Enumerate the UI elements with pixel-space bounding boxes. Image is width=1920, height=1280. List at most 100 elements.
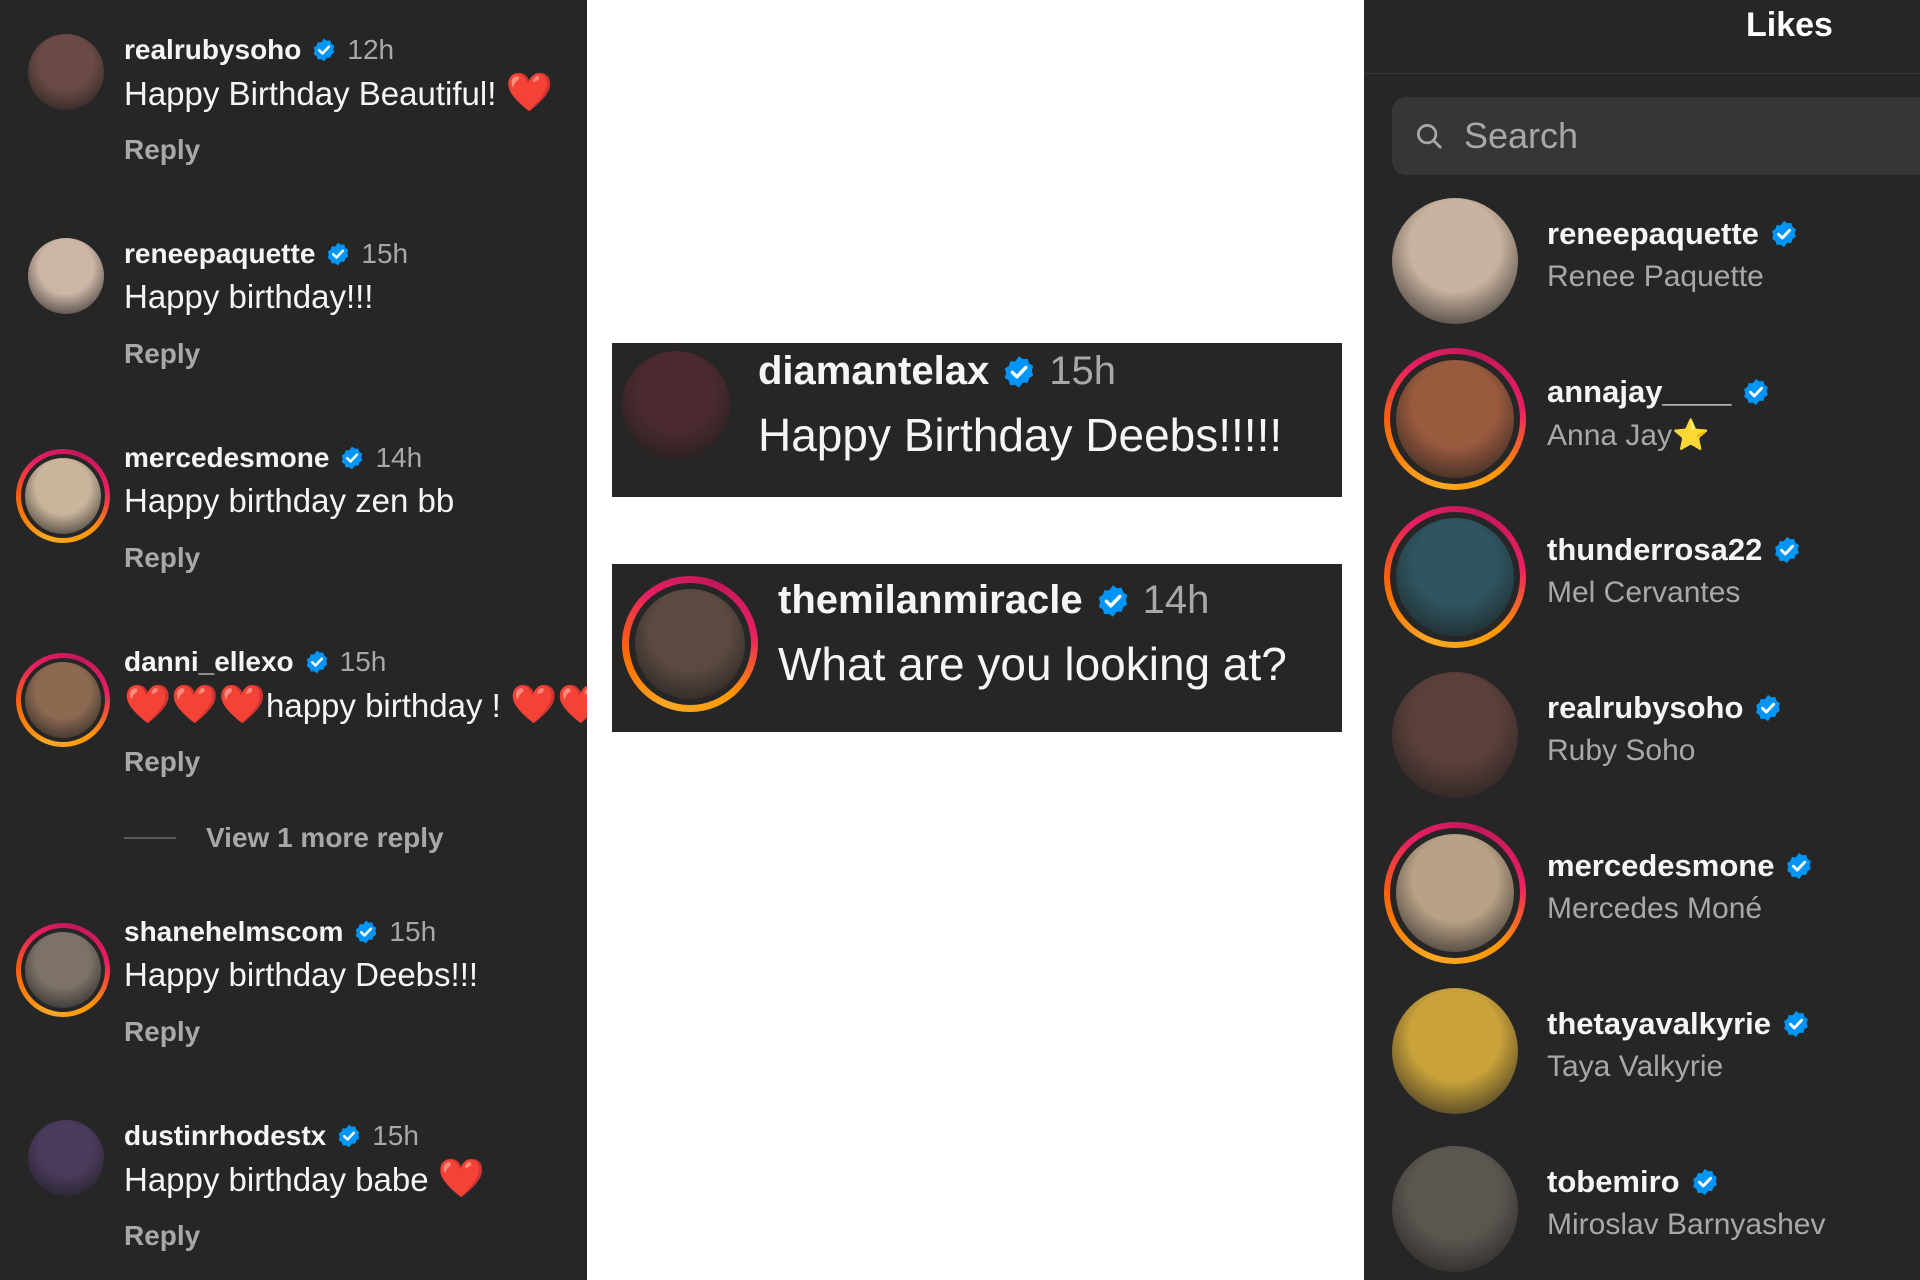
reply-button[interactable]: Reply <box>124 338 200 370</box>
comment-item: shanehelmscom 15h Happy birthday Deebs!!! R… <box>0 914 587 1114</box>
card-text: Happy Birthday Deebs!!!!! <box>758 409 1283 461</box>
avatar[interactable] <box>622 576 758 712</box>
verified-badge-icon <box>311 37 337 63</box>
view-more-replies[interactable]: View 1 more reply <box>124 822 444 854</box>
card-username[interactable]: themilanmiracle <box>778 578 1083 623</box>
reply-button[interactable]: Reply <box>124 746 200 778</box>
avatar[interactable] <box>16 653 110 747</box>
like-user-row[interactable]: thunderrosa22 Mel Cervantes <box>1364 506 1920 664</box>
comment-header: mercedesmone 14h <box>124 440 422 476</box>
card-header: diamantelax 15h <box>758 349 1282 394</box>
like-username[interactable]: tobemiro <box>1547 1164 1680 1200</box>
verified-badge-icon <box>1753 693 1783 723</box>
card-text: What are you looking at? <box>778 638 1287 690</box>
likes-panel: Likes reneepaquette Renee Paquette annajay… <box>1364 0 1920 1280</box>
likes-title: Likes <box>1746 6 1833 44</box>
like-full-name-line: Mel Cervantes <box>1547 576 1740 610</box>
verified-badge-icon <box>1781 1009 1811 1039</box>
verified-badge-icon <box>1690 1167 1720 1197</box>
like-username[interactable]: thunderrosa22 <box>1547 532 1762 568</box>
like-full-name: Ruby Soho <box>1547 734 1696 767</box>
like-username-line: reneepaquette <box>1547 216 1799 252</box>
like-username[interactable]: reneepaquette <box>1547 216 1759 252</box>
comment-item: mercedesmone 14h Happy birthday zen bb Repl… <box>0 440 587 640</box>
comment-header: dustinrhodestx 15h <box>124 1118 419 1154</box>
avatar[interactable] <box>16 923 110 1017</box>
heart-emoji-icon: ❤️ <box>171 684 219 726</box>
comment-text: Happy birthday zen bb <box>124 482 455 519</box>
card-time: 15h <box>1049 349 1116 393</box>
like-username-line: thetayavalkyrie <box>1547 1006 1811 1042</box>
star-emoji-icon: ⭐ <box>1672 419 1710 452</box>
like-username[interactable]: annajay____ <box>1547 374 1731 410</box>
heart-emoji-icon: ❤️ <box>437 1158 486 1200</box>
comment-username[interactable]: mercedesmone <box>124 442 329 474</box>
card-username[interactable]: diamantelax <box>758 349 989 394</box>
like-username[interactable]: thetayavalkyrie <box>1547 1006 1771 1042</box>
comment-username[interactable]: shanehelmscom <box>124 916 343 948</box>
avatar[interactable] <box>1384 822 1526 964</box>
avatar[interactable] <box>28 238 104 314</box>
like-user-row[interactable]: thetayavalkyrie Taya Valkyrie <box>1364 988 1920 1138</box>
avatar[interactable] <box>1384 506 1526 648</box>
comment-card: diamantelax 15h Happy Birthday Deebs!!!!! <box>612 343 1342 497</box>
like-username[interactable]: realrubysoho <box>1547 690 1743 726</box>
like-user-row[interactable]: realrubysoho Ruby Soho <box>1364 672 1920 822</box>
comment-text: Happy birthday Deebs!!! <box>124 956 479 993</box>
reply-button[interactable]: Reply <box>124 1220 200 1252</box>
avatar[interactable] <box>1392 198 1518 324</box>
comment-header: reneepaquette 15h <box>124 236 408 272</box>
like-full-name-line: Renee Paquette <box>1547 260 1764 294</box>
verified-badge-icon <box>1741 377 1771 407</box>
like-full-name: Mel Cervantes <box>1547 576 1741 609</box>
heart-emoji-icon: ❤️ <box>509 684 558 726</box>
heart-emoji-icon: ❤️ <box>218 684 266 726</box>
comments-panel: realrubysoho 12h Happy Birthday Beautiful!… <box>0 0 587 1280</box>
like-username-line: annajay____ <box>1547 374 1771 410</box>
search-bar[interactable] <box>1392 97 1920 175</box>
verified-badge-icon <box>1001 354 1037 390</box>
heart-emoji-icon: ❤️ <box>124 684 172 726</box>
like-user-row[interactable]: mercedesmone Mercedes Moné <box>1364 822 1920 980</box>
comment-username[interactable]: realrubysoho <box>124 34 301 66</box>
verified-badge-icon <box>1784 851 1814 881</box>
like-full-name-line: Miroslav Barnyashev <box>1547 1208 1825 1242</box>
avatar[interactable] <box>28 34 104 110</box>
avatar[interactable] <box>1392 1146 1518 1272</box>
avatar[interactable] <box>28 1120 104 1196</box>
search-input[interactable] <box>1462 114 1886 158</box>
like-full-name: Miroslav Barnyashev <box>1547 1208 1826 1241</box>
comment-time: 14h <box>375 442 423 473</box>
verified-badge-icon <box>325 241 351 267</box>
like-username-line: mercedesmone <box>1547 848 1814 884</box>
comment-item: realrubysoho 12h Happy Birthday Beautiful!… <box>0 32 587 232</box>
like-user-row[interactable]: reneepaquette Renee Paquette <box>1364 198 1920 348</box>
reply-button[interactable]: Reply <box>124 1016 200 1048</box>
comment-text-line: Happy birthday babe ❤️ <box>124 1160 485 1199</box>
verified-badge-icon <box>1772 535 1802 565</box>
comment-header: realrubysoho 12h <box>124 32 394 68</box>
verified-badge-icon <box>339 445 365 471</box>
heart-emoji-icon: ❤️ <box>557 684 587 726</box>
avatar[interactable] <box>1392 988 1518 1114</box>
card-header: themilanmiracle 14h <box>778 578 1287 623</box>
reply-button[interactable]: Reply <box>124 542 200 574</box>
view-more-replies-label[interactable]: View 1 more reply <box>206 822 444 854</box>
like-user-row[interactable]: tobemiro Miroslav Barnyashev <box>1364 1146 1920 1280</box>
like-username[interactable]: mercedesmone <box>1547 848 1774 884</box>
like-full-name-line: Mercedes Moné <box>1547 892 1762 926</box>
comment-time: 15h <box>339 646 387 677</box>
avatar[interactable] <box>1384 348 1526 490</box>
comment-username[interactable]: reneepaquette <box>124 238 315 270</box>
comment-header: shanehelmscom 15h <box>124 914 436 950</box>
avatar[interactable] <box>1392 672 1518 798</box>
avatar[interactable] <box>622 351 730 459</box>
like-full-name-line: Taya Valkyrie <box>1547 1050 1723 1084</box>
like-full-name: Anna Jay <box>1547 419 1673 452</box>
avatar[interactable] <box>16 449 110 543</box>
reply-button[interactable]: Reply <box>124 134 200 166</box>
comment-username[interactable]: dustinrhodestx <box>124 1120 326 1152</box>
like-user-row[interactable]: annajay____ Anna Jay⭐ <box>1364 348 1920 506</box>
comment-username[interactable]: danni_ellexo <box>124 646 294 678</box>
comment-time: 15h <box>361 238 409 269</box>
